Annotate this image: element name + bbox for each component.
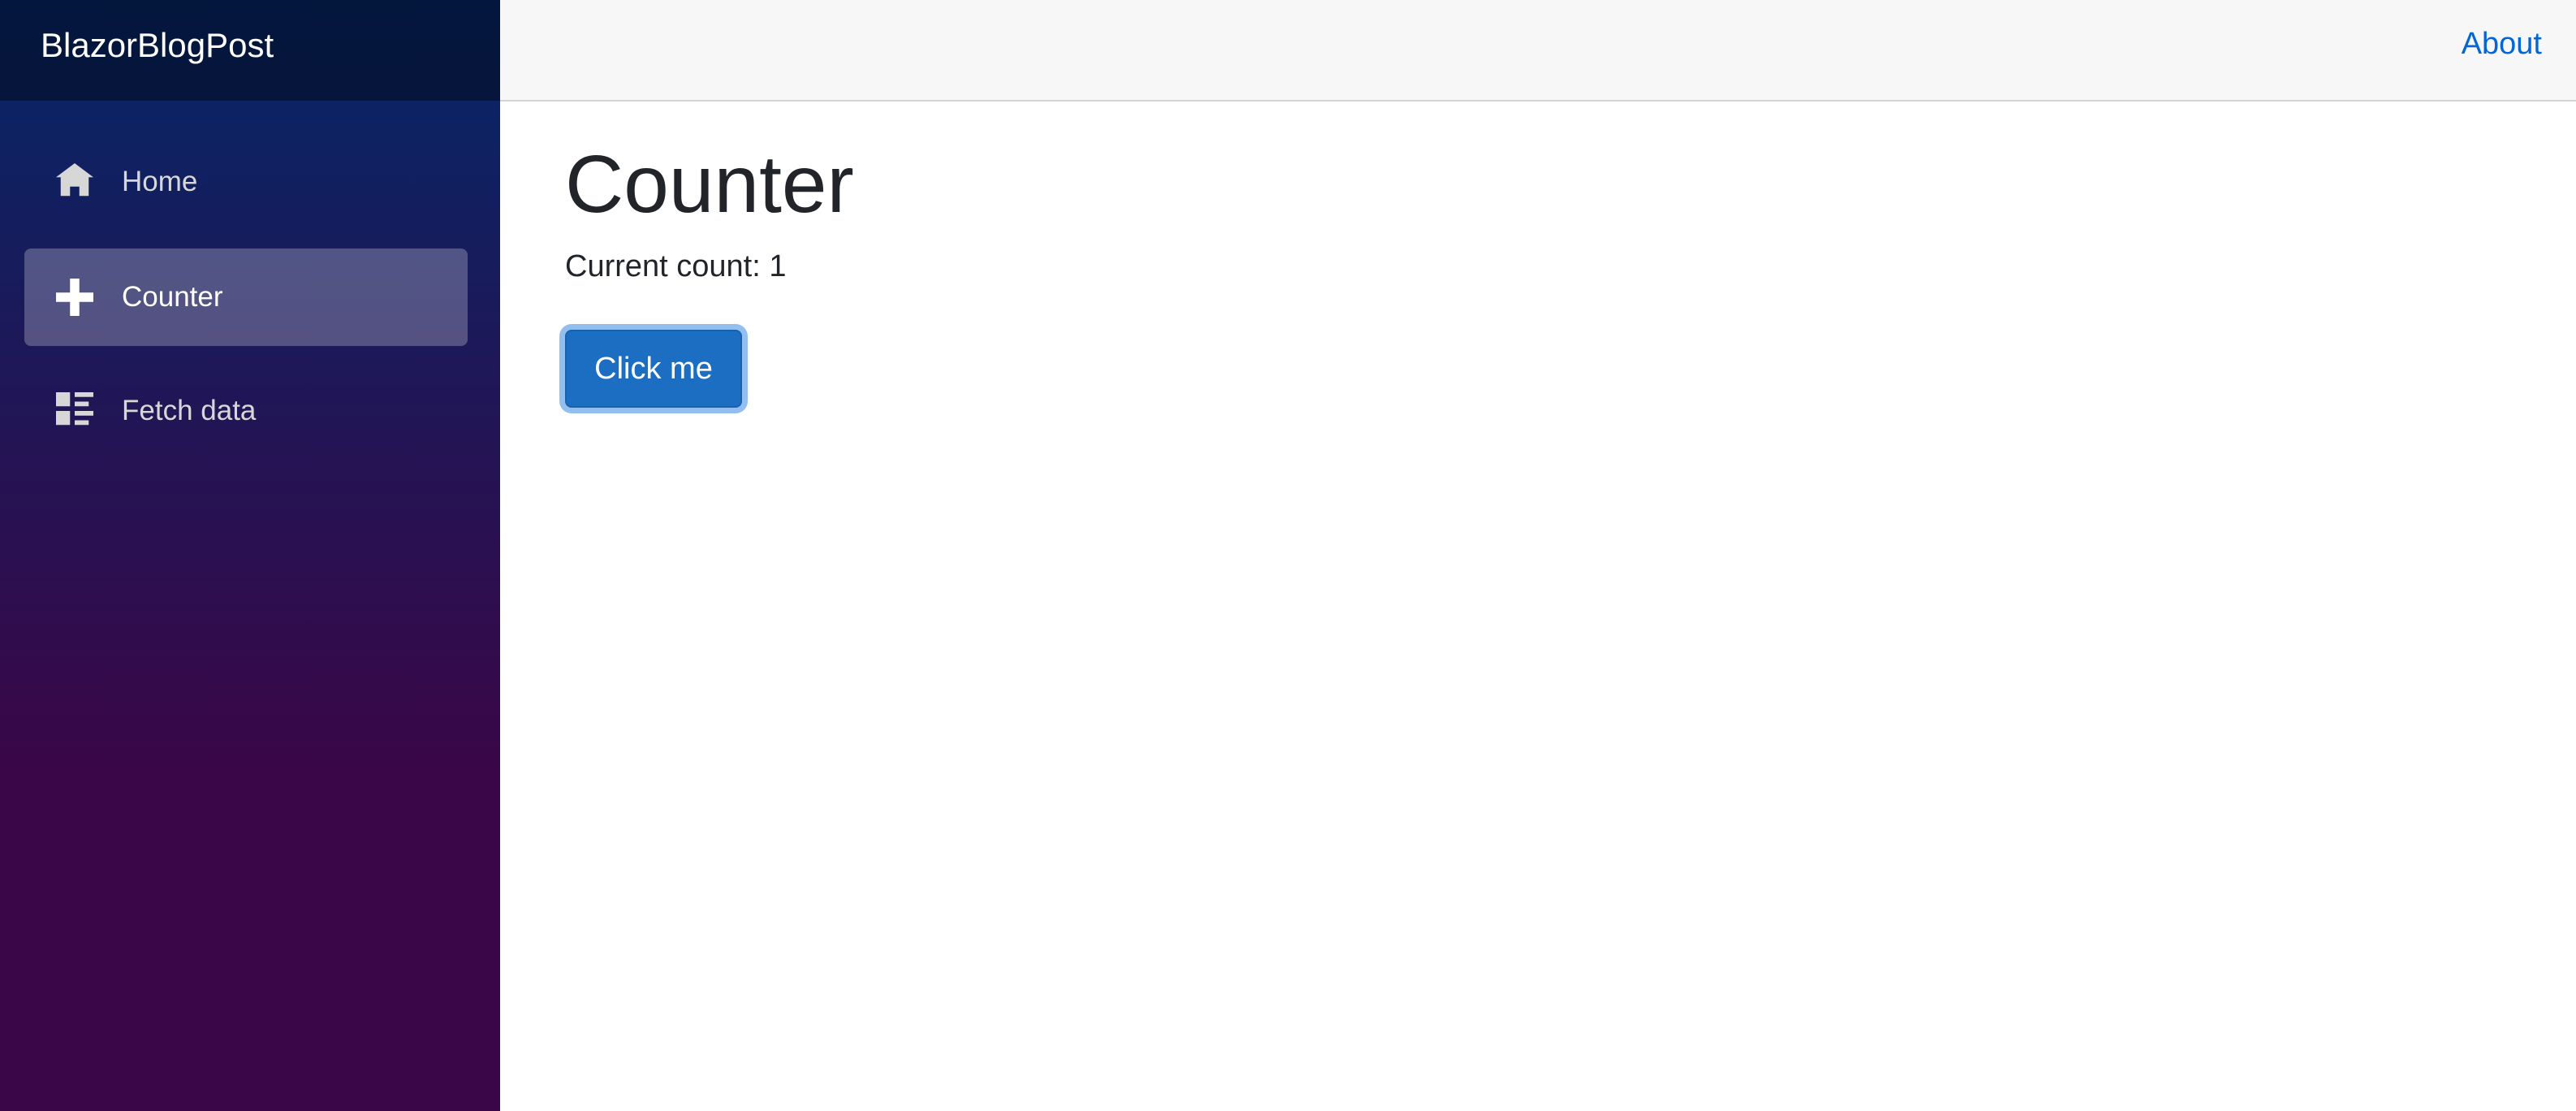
sidebar: BlazorBlogPost Home Counter Fetch data [0,0,500,1111]
plus-icon [55,278,94,317]
brand-link[interactable]: BlazorBlogPost [41,28,274,63]
current-count-text: Current count: 1 [565,249,787,283]
app-root: BlazorBlogPost Home Counter Fetch data A… [0,0,2576,1111]
sidebar-item-label: Fetch data [122,395,257,426]
sidebar-item-home[interactable]: Home [24,133,468,231]
sidebar-item-fetch-data[interactable]: Fetch data [24,362,468,460]
about-link[interactable]: About [2462,27,2542,62]
main-content: Counter Current count: 1 Click me [565,138,2576,408]
page-title: Counter [565,139,854,230]
sidebar-item-label: Counter [122,281,223,313]
list-rich-icon [55,391,94,430]
sidebar-item-label: Home [122,166,198,197]
click-me-button[interactable]: Click me [565,330,742,408]
top-row: About [500,0,2576,102]
brand-bar: BlazorBlogPost [0,0,500,101]
sidebar-item-counter[interactable]: Counter [24,249,468,346]
home-icon [55,162,94,201]
